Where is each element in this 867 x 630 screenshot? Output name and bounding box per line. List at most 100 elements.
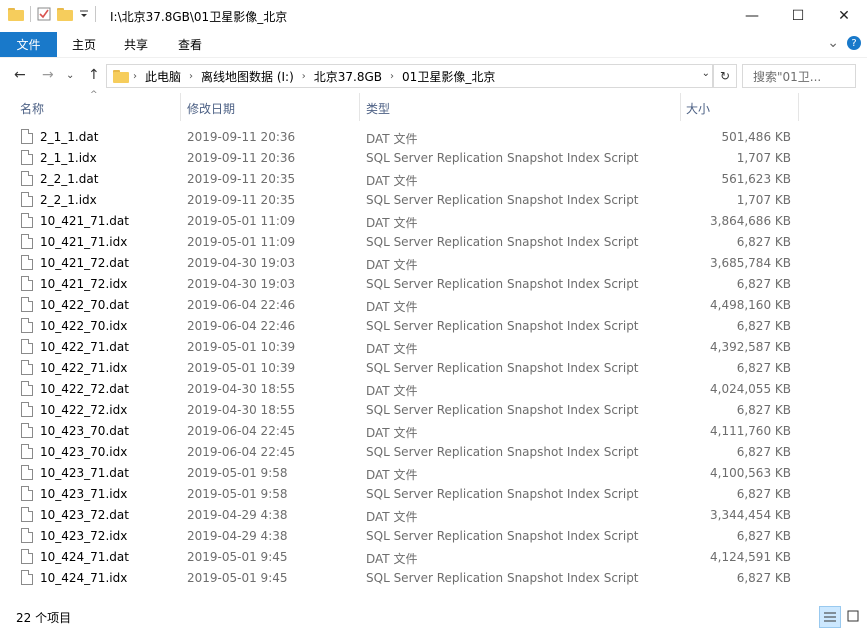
- breadcrumb-drive[interactable]: 离线地图数据 (I:): [197, 68, 298, 85]
- back-button[interactable]: ←: [14, 67, 26, 83]
- file-row[interactable]: 10_423_70.idx 2019-06-04 22:45 SQL Server …: [0, 442, 800, 463]
- column-divider[interactable]: [180, 93, 181, 121]
- column-type[interactable]: 类型: [366, 100, 390, 117]
- breadcrumb-folder[interactable]: 北京37.8GB: [310, 68, 386, 85]
- file-row[interactable]: 2_1_1.dat 2019-09-11 20:36 DAT 文件 501,486 K…: [0, 127, 800, 148]
- column-divider[interactable]: [680, 93, 681, 121]
- file-row[interactable]: 10_423_71.dat 2019-05-01 9:58 DAT 文件 4,100,…: [0, 463, 800, 484]
- properties-icon[interactable]: [37, 7, 51, 21]
- file-name[interactable]: 10_423_70.dat: [40, 424, 129, 438]
- up-button[interactable]: ↑: [88, 67, 100, 83]
- file-name[interactable]: 10_423_70.idx: [40, 445, 127, 459]
- close-button[interactable]: ✕: [821, 0, 867, 32]
- details-view-button[interactable]: [819, 606, 841, 628]
- maximize-button[interactable]: ☐: [775, 0, 821, 32]
- file-name[interactable]: 10_423_72.idx: [40, 529, 127, 543]
- file-date: 2019-05-01 9:58: [187, 487, 288, 501]
- file-name[interactable]: 10_423_72.dat: [40, 508, 129, 522]
- file-size: 561,623 KB: [721, 172, 791, 186]
- file-name[interactable]: 10_422_70.dat: [40, 298, 129, 312]
- file-name[interactable]: 10_421_71.dat: [40, 214, 129, 228]
- file-name[interactable]: 2_1_1.idx: [40, 151, 97, 165]
- file-date: 2019-09-11 20:36: [187, 151, 296, 165]
- customize-toolbar-icon[interactable]: [79, 9, 89, 19]
- search-input[interactable]: 搜索"01卫...: [742, 64, 856, 88]
- file-row[interactable]: 10_424_71.idx 2019-05-01 9:45 SQL Server R…: [0, 568, 800, 589]
- file-row[interactable]: 2_1_1.idx 2019-09-11 20:36 SQL Server Repl…: [0, 148, 800, 169]
- breadcrumb-separator[interactable]: ›: [298, 71, 310, 82]
- expand-ribbon-icon[interactable]: ⌄: [827, 35, 839, 51]
- file-row[interactable]: 10_421_71.dat 2019-05-01 11:09 DAT 文件 3,864…: [0, 211, 800, 232]
- file-row[interactable]: 10_423_72.idx 2019-04-29 4:38 SQL Server R…: [0, 526, 800, 547]
- navigation-bar: ← → ⌄ ↑ › 此电脑 › 离线地图数据 (I:) › 北京37.8GB ›…: [0, 57, 867, 94]
- column-divider[interactable]: [798, 93, 799, 121]
- column-size[interactable]: 大小: [686, 100, 710, 117]
- file-name[interactable]: 2_1_1.dat: [40, 130, 98, 144]
- file-row[interactable]: 10_423_70.dat 2019-06-04 22:45 DAT 文件 4,111…: [0, 421, 800, 442]
- file-size: 6,827 KB: [736, 487, 791, 501]
- toolbar-separator: [95, 6, 96, 22]
- file-row[interactable]: 10_422_72.idx 2019-04-30 18:55 SQL Server …: [0, 400, 800, 421]
- file-icon: [21, 339, 33, 354]
- file-type: SQL Server Replication Snapshot Index Sc…: [366, 487, 639, 501]
- large-icons-view-button[interactable]: [843, 606, 863, 626]
- file-name[interactable]: 10_422_72.idx: [40, 403, 127, 417]
- file-row[interactable]: 10_423_72.dat 2019-04-29 4:38 DAT 文件 3,344,…: [0, 505, 800, 526]
- file-size: 6,827 KB: [736, 529, 791, 543]
- file-name[interactable]: 10_422_71.dat: [40, 340, 129, 354]
- column-divider[interactable]: [359, 93, 360, 121]
- tab-home[interactable]: 主页: [72, 32, 96, 57]
- tab-view[interactable]: 查看: [178, 32, 202, 57]
- file-name[interactable]: 10_422_70.idx: [40, 319, 127, 333]
- recent-locations-button[interactable]: ⌄: [66, 70, 74, 81]
- file-row[interactable]: 10_422_71.idx 2019-05-01 10:39 SQL Server …: [0, 358, 800, 379]
- file-size: 6,827 KB: [736, 571, 791, 585]
- address-dropdown-icon[interactable]: ⌄: [702, 68, 710, 79]
- column-date[interactable]: 修改日期: [187, 100, 235, 117]
- breadcrumb-separator[interactable]: ›: [185, 71, 197, 82]
- file-row[interactable]: 10_422_71.dat 2019-05-01 10:39 DAT 文件 4,392…: [0, 337, 800, 358]
- file-name[interactable]: 10_421_72.idx: [40, 277, 127, 291]
- file-row[interactable]: 10_422_70.idx 2019-06-04 22:46 SQL Server …: [0, 316, 800, 337]
- file-row[interactable]: 10_421_71.idx 2019-05-01 11:09 SQL Server …: [0, 232, 800, 253]
- file-name[interactable]: 10_421_71.idx: [40, 235, 127, 249]
- breadcrumb-separator[interactable]: ›: [129, 71, 141, 82]
- file-row[interactable]: 10_421_72.idx 2019-04-30 19:03 SQL Server …: [0, 274, 800, 295]
- new-folder-icon[interactable]: [57, 7, 73, 21]
- breadcrumb-current[interactable]: 01卫星影像_北京: [398, 68, 499, 85]
- file-name[interactable]: 10_423_71.idx: [40, 487, 127, 501]
- file-name[interactable]: 10_421_72.dat: [40, 256, 129, 270]
- file-name[interactable]: 2_2_1.dat: [40, 172, 98, 186]
- file-row[interactable]: 2_2_1.idx 2019-09-11 20:35 SQL Server Repl…: [0, 190, 800, 211]
- forward-button[interactable]: →: [42, 67, 54, 83]
- file-type: DAT 文件: [366, 174, 418, 188]
- file-icon: [21, 486, 33, 501]
- file-name[interactable]: 2_2_1.idx: [40, 193, 97, 207]
- address-bar[interactable]: › 此电脑 › 离线地图数据 (I:) › 北京37.8GB › 01卫星影像_…: [106, 64, 713, 88]
- file-row[interactable]: 10_422_72.dat 2019-04-30 18:55 DAT 文件 4,024…: [0, 379, 800, 400]
- breadcrumb-this-pc[interactable]: 此电脑: [141, 68, 185, 85]
- column-name[interactable]: 名称: [20, 100, 44, 117]
- file-row[interactable]: 10_423_71.idx 2019-05-01 9:58 SQL Server R…: [0, 484, 800, 505]
- sort-ascending-icon: ^: [90, 90, 98, 100]
- help-icon[interactable]: ?: [847, 36, 861, 50]
- refresh-button[interactable]: ↻: [713, 64, 737, 88]
- minimize-button[interactable]: —: [729, 0, 775, 32]
- file-type: SQL Server Replication Snapshot Index Sc…: [366, 277, 639, 291]
- file-row[interactable]: 2_2_1.dat 2019-09-11 20:35 DAT 文件 561,623 K…: [0, 169, 800, 190]
- file-name[interactable]: 10_422_72.dat: [40, 382, 129, 396]
- tab-file[interactable]: 文件: [0, 32, 57, 57]
- file-name[interactable]: 10_424_71.dat: [40, 550, 129, 564]
- file-icon: [21, 570, 33, 585]
- file-row[interactable]: 10_424_71.dat 2019-05-01 9:45 DAT 文件 4,124,…: [0, 547, 800, 568]
- file-type: SQL Server Replication Snapshot Index Sc…: [366, 571, 639, 585]
- file-icon: [21, 360, 33, 375]
- tab-share[interactable]: 共享: [124, 32, 148, 57]
- file-row[interactable]: 10_421_72.dat 2019-04-30 19:03 DAT 文件 3,685…: [0, 253, 800, 274]
- file-type: SQL Server Replication Snapshot Index Sc…: [366, 361, 639, 375]
- breadcrumb-separator[interactable]: ›: [386, 71, 398, 82]
- file-row[interactable]: 10_422_70.dat 2019-06-04 22:46 DAT 文件 4,498…: [0, 295, 800, 316]
- file-name[interactable]: 10_422_71.idx: [40, 361, 127, 375]
- file-name[interactable]: 10_423_71.dat: [40, 466, 129, 480]
- file-name[interactable]: 10_424_71.idx: [40, 571, 127, 585]
